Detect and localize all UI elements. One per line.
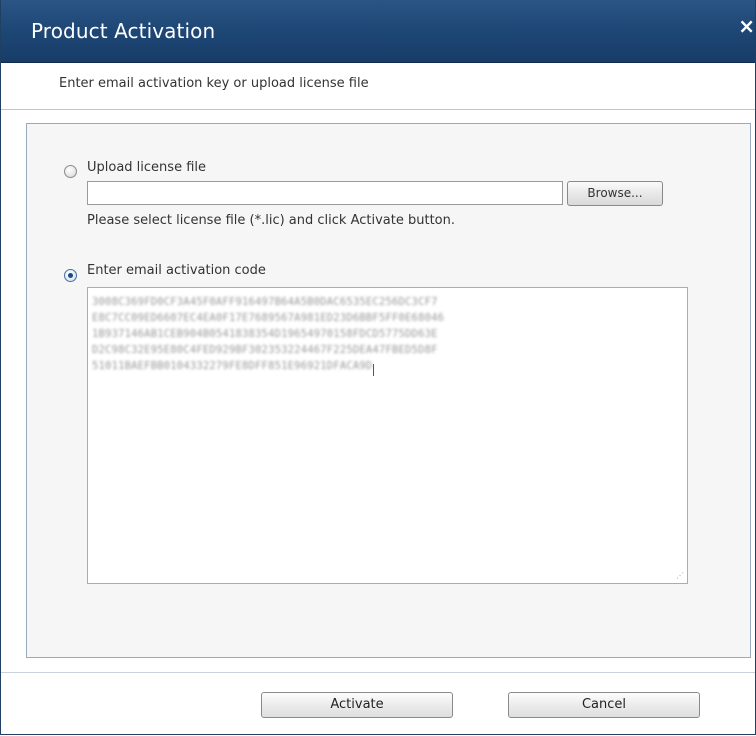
resize-grip-icon[interactable]: ⋰	[676, 572, 684, 580]
license-file-hint: Please select license file (*.lic) and c…	[87, 213, 455, 228]
code-line: 1B937146AB1CEB904B0541838354D19654970158…	[92, 328, 438, 340]
code-line: D2C98C32E95E80C4FED929BF302353224467F225…	[92, 344, 438, 356]
email-activation-label[interactable]: Enter email activation code	[87, 263, 266, 278]
upload-license-radio[interactable]	[64, 165, 77, 178]
code-line: 3008C369FD0CF3A45F0AFF916497B64A5B0DAC65…	[92, 296, 438, 308]
product-activation-dialog: Product Activation × Enter email activat…	[0, 0, 756, 735]
activation-options-panel: Upload license file Browse... Please sel…	[26, 123, 751, 658]
radio-selected-dot	[68, 273, 73, 278]
title-bar: Product Activation ×	[1, 0, 755, 63]
text-caret	[373, 363, 375, 376]
dialog-title: Product Activation	[31, 19, 216, 43]
code-last-line-wrapper: 51011BAEFBB0104332279FE8DFF851E96921DFAC…	[92, 358, 685, 378]
cancel-button[interactable]: Cancel	[508, 692, 700, 718]
browse-button[interactable]: Browse...	[567, 181, 663, 206]
upload-license-label[interactable]: Upload license file	[87, 160, 206, 175]
close-icon[interactable]: ×	[737, 14, 755, 38]
instruction-text: Enter email activation key or upload lic…	[59, 76, 369, 91]
dialog-footer: Activate Cancel	[1, 672, 755, 734]
license-file-path-input[interactable]	[87, 181, 563, 205]
activation-code-textarea[interactable]: 3008C369FD0CF3A45F0AFF916497B64A5B0DAC65…	[87, 287, 688, 584]
email-activation-radio[interactable]	[64, 269, 77, 282]
activate-button[interactable]: Activate	[261, 692, 453, 718]
instruction-header: Enter email activation key or upload lic…	[1, 63, 755, 110]
code-line: E8C7CC09ED6607EC4EA0F17E7689567A981ED23D…	[92, 312, 445, 324]
code-line: 51011BAEFBB0104332279FE8DFF851E96921DFAC…	[92, 360, 373, 372]
